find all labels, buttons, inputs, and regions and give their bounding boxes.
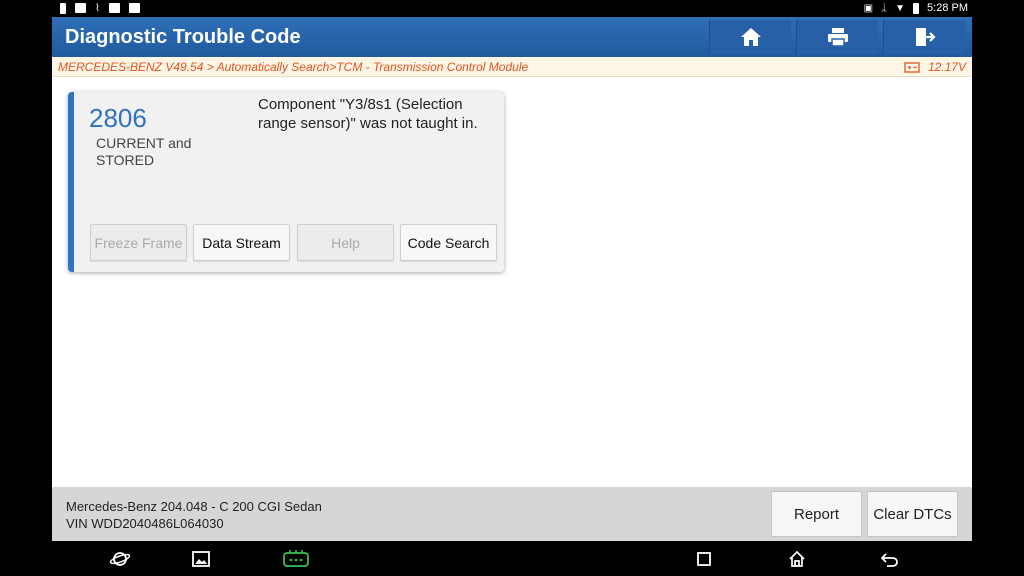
vci-icon [283,550,309,567]
footer-bar: Mercedes-Benz 204.048 - C 200 CGI Sedan … [52,487,972,541]
battery-level-icon [913,2,920,14]
battery-icon [60,3,66,14]
main-content: 2806 CURRENT and STORED Component "Y3/8s… [52,77,972,487]
vehicle-vin: VIN WDD2040486L064030 [66,516,224,531]
vehicle-model: Mercedes-Benz 204.048 - C 200 CGI Sedan [66,499,322,514]
camera-icon [128,3,140,13]
status-bar: ⌇ ▣ ᛣ ▼ 5:28 PM [52,0,972,17]
vci-nav-button[interactable] [282,549,310,569]
home-button[interactable] [709,20,791,54]
planet-icon [109,552,131,566]
gallery-nav-button[interactable] [189,549,213,569]
dtc-code: 2806 [89,103,147,133]
gallery-icon [192,551,210,567]
home-icon [740,28,761,46]
android-nav-bar [52,541,972,576]
image-icon [108,3,120,13]
card-accent-stripe [68,92,74,272]
code-search-button[interactable]: Code Search [400,224,497,261]
home-outline-icon [789,550,805,567]
exit-button[interactable] [883,20,965,54]
breadcrumb: MERCEDES-BENZ V49.54 > Automatically Sea… [58,60,529,74]
screen: ⌇ ▣ ᛣ ▼ 5:28 PM Diagnostic Trouble Code [0,0,1024,576]
page-title: Diagnostic Trouble Code [65,26,301,48]
vehicle-info: Mercedes-Benz 204.048 - C 200 CGI Sedan … [66,498,322,532]
data-stream-button[interactable]: Data Stream [193,224,290,261]
help-button[interactable]: Help [297,224,394,261]
voltage-value: 12.17V [927,60,966,74]
recents-nav-button[interactable] [692,549,716,569]
bluetooth-icon: ᛣ [881,2,888,14]
app-header: Diagnostic Trouble Code [52,17,972,57]
print-button[interactable] [796,20,878,54]
exit-icon [915,28,936,46]
home-nav-button[interactable] [785,549,809,569]
browser-nav-button[interactable] [108,549,132,569]
report-button[interactable]: Report [771,491,862,537]
square-icon [697,552,711,566]
breadcrumb-bar: MERCEDES-BENZ V49.54 > Automatically Sea… [52,57,972,77]
clear-dtcs-button[interactable]: Clear DTCs [867,491,958,537]
video-icon [75,3,86,13]
back-icon [880,553,898,567]
voltage-indicator: 12.17V [904,60,966,74]
back-nav-button[interactable] [878,549,902,569]
printer-icon [827,28,848,47]
wifi-icon: ▼ [895,2,906,14]
dtc-status: CURRENT and STORED [96,135,192,168]
cast-icon: ▣ [863,2,874,14]
freeze-frame-button[interactable]: Freeze Frame [90,224,187,261]
usb-icon: ⌇ [95,3,100,14]
dtc-description: Component "Y3/8s1 (Selection range senso… [258,96,478,132]
clock: 5:28 PM [927,2,968,14]
car-battery-icon [904,62,920,73]
dtc-card: 2806 CURRENT and STORED Component "Y3/8s… [68,92,504,272]
